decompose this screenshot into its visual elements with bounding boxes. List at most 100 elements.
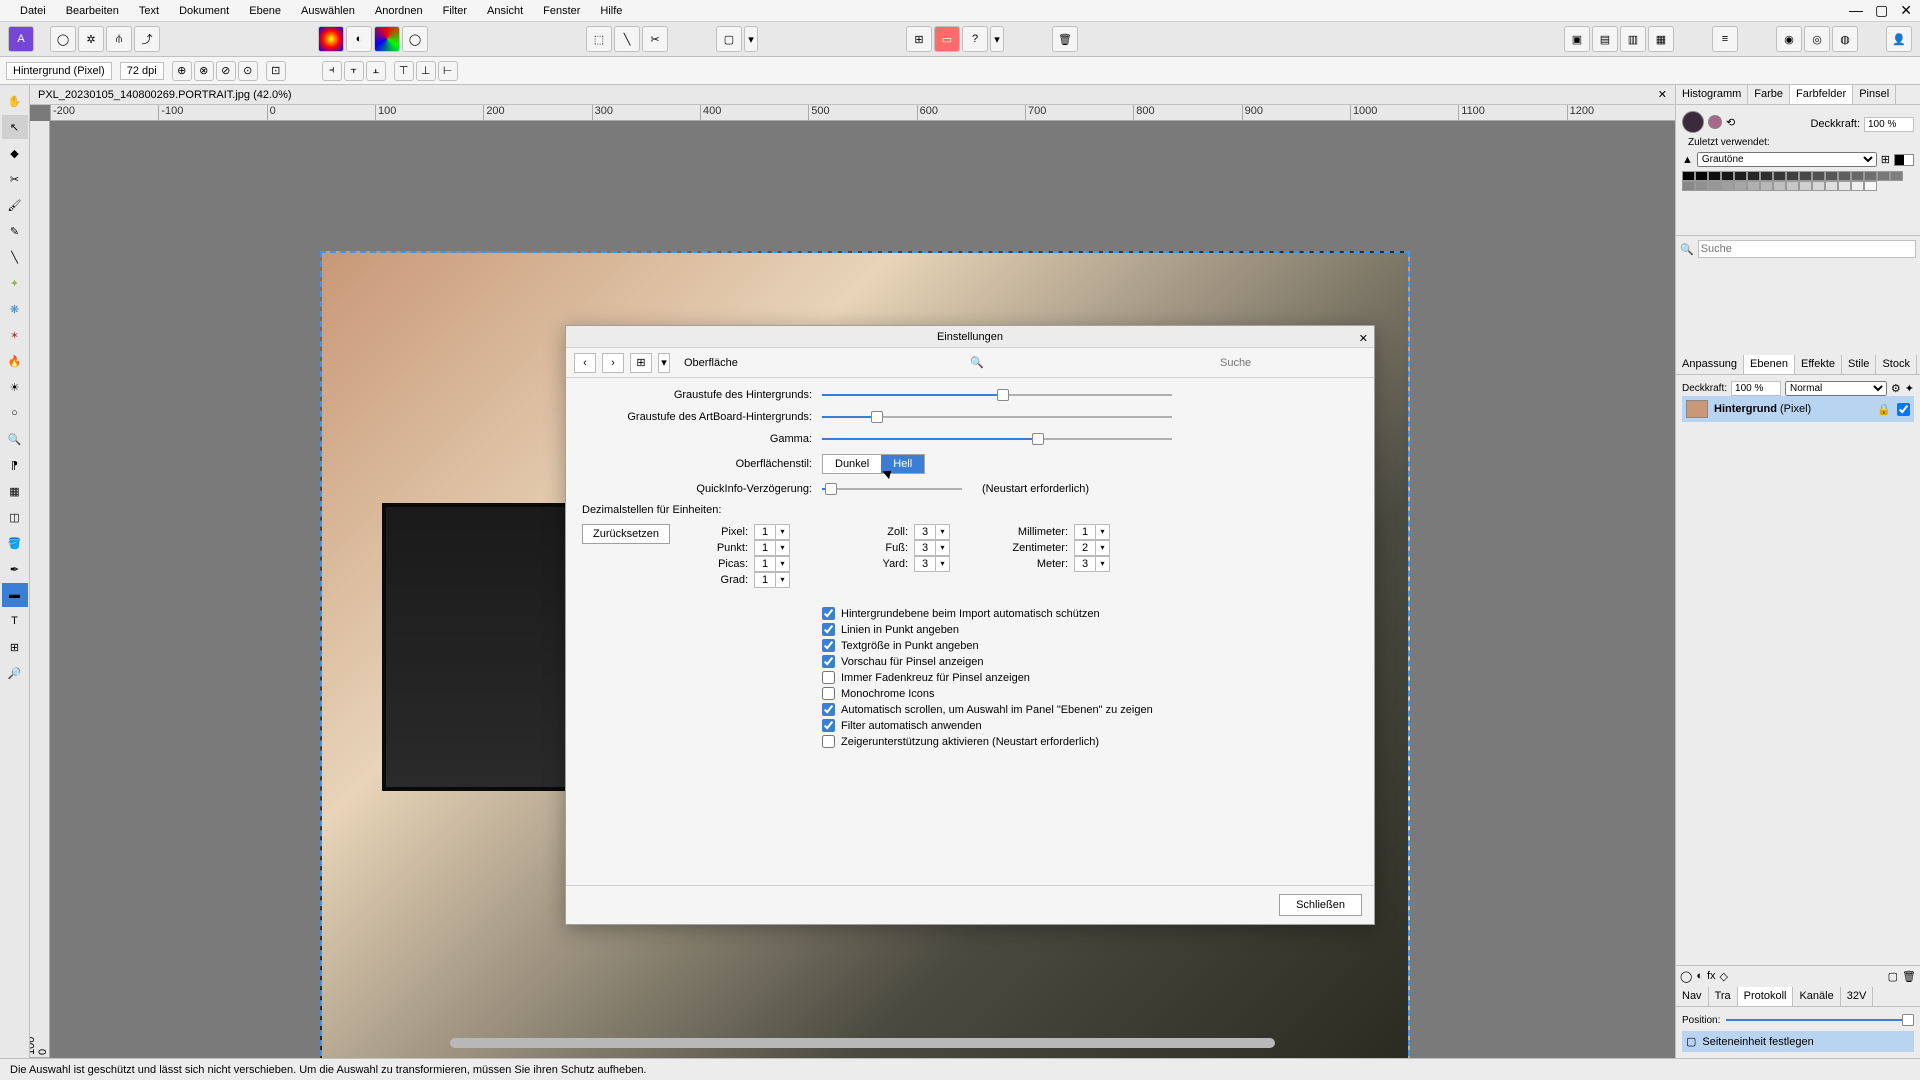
menu-anordnen[interactable]: Anordnen xyxy=(365,5,433,17)
tooltip-delay-slider[interactable] xyxy=(822,482,962,496)
fg-color-well[interactable] xyxy=(1682,111,1704,133)
swatch-bw-icon[interactable] xyxy=(1894,154,1914,166)
bool-sub-icon[interactable]: ◎ xyxy=(1804,26,1830,52)
circle-icon[interactable]: ◯ xyxy=(50,26,76,52)
unit-fuss-spinner[interactable]: 3▾ xyxy=(914,540,950,556)
unit-mm-spinner[interactable]: 1▾ xyxy=(1074,524,1110,540)
opacity-input[interactable] xyxy=(1864,117,1914,132)
text-tool-icon[interactable]: T xyxy=(2,609,28,633)
add-layer-icon[interactable]: ▢ xyxy=(1888,970,1898,983)
eraser-tool-icon[interactable]: ◫ xyxy=(2,505,28,529)
arrange-1-icon[interactable]: ▣ xyxy=(1564,26,1590,52)
swap-colors-icon[interactable]: ⟲ xyxy=(1726,116,1735,129)
unit-zoll-spinner[interactable]: 3▾ xyxy=(914,524,950,540)
document-tab[interactable]: PXL_20230105_140800269.PORTRAIT.jpg (42.… xyxy=(30,85,1675,105)
gamma-slider[interactable] xyxy=(822,432,1172,446)
swatch[interactable] xyxy=(1799,181,1812,191)
crop-icon[interactable]: ✂ xyxy=(642,26,668,52)
fill-tool-icon[interactable]: 🪣 xyxy=(2,531,28,555)
swatch[interactable] xyxy=(1877,171,1890,181)
menu-bearbeiten[interactable]: Bearbeiten xyxy=(56,5,129,17)
unit-cm-spinner[interactable]: 2▾ xyxy=(1074,540,1110,556)
valign-1-icon[interactable]: ⊤ xyxy=(394,61,414,81)
fx-icon[interactable]: fx xyxy=(1707,970,1716,983)
tab-farbfelder[interactable]: Farbfelder xyxy=(1790,85,1853,104)
dodge-tool-icon[interactable]: ☀ xyxy=(2,375,28,399)
swatch[interactable] xyxy=(1838,181,1851,191)
minimize-icon[interactable]: — xyxy=(1849,2,1863,19)
close-button[interactable]: Schließen xyxy=(1279,894,1362,916)
arrange-2-icon[interactable]: ▤ xyxy=(1592,26,1618,52)
burn-tool-icon[interactable]: 🔥 xyxy=(2,349,28,373)
menu-dokument[interactable]: Dokument xyxy=(169,5,239,17)
lock-pos-icon[interactable]: ⊕ xyxy=(172,61,192,81)
rect-tool-icon[interactable]: ▬ xyxy=(2,583,28,607)
halign-3-icon[interactable]: ⫠ xyxy=(366,61,386,81)
dialog-close-icon[interactable]: ✕ xyxy=(1359,328,1368,350)
menu-text[interactable]: Text xyxy=(129,5,169,17)
history-slider[interactable] xyxy=(1726,1013,1914,1027)
blur-icon[interactable]: ◯ xyxy=(402,26,428,52)
swatch[interactable] xyxy=(1695,171,1708,181)
swatch[interactable] xyxy=(1786,181,1799,191)
valign-2-icon[interactable]: ⊥ xyxy=(416,61,436,81)
clip-icon[interactable]: ◇ xyxy=(1720,970,1728,983)
tab-farbe[interactable]: Farbe xyxy=(1748,85,1790,104)
mask-icon[interactable]: ▢ xyxy=(716,26,742,52)
check-8[interactable] xyxy=(822,735,835,748)
layer-visibility-checkbox[interactable] xyxy=(1897,403,1910,416)
line-icon[interactable]: ╲ xyxy=(614,26,640,52)
sponge-tool-icon[interactable]: ○ xyxy=(2,401,28,425)
swatch[interactable] xyxy=(1838,171,1851,181)
unit-meter-spinner[interactable]: 3▾ xyxy=(1074,556,1110,572)
valign-3-icon[interactable]: ⊢ xyxy=(438,61,458,81)
swatch[interactable] xyxy=(1721,181,1734,191)
swatch[interactable] xyxy=(1851,181,1864,191)
marquee-icon[interactable]: ⬚ xyxy=(586,26,612,52)
pencil-tool-icon[interactable]: ✎ xyxy=(2,219,28,243)
unit-grad-spinner[interactable]: 1▾ xyxy=(754,572,790,588)
close-icon[interactable]: ✕ xyxy=(1900,2,1912,19)
tab-histogramm[interactable]: Histogramm xyxy=(1676,85,1748,104)
swatch-preset-select[interactable]: Grautöne xyxy=(1697,152,1877,167)
tab-protokoll[interactable]: Protokoll xyxy=(1738,987,1794,1006)
swatch[interactable] xyxy=(1682,181,1695,191)
check-7[interactable] xyxy=(822,719,835,732)
arrange-3-icon[interactable]: ▥ xyxy=(1620,26,1646,52)
nav-back-button[interactable]: ‹ xyxy=(574,353,596,373)
halign-1-icon[interactable]: ⫞ xyxy=(322,61,342,81)
tab-stock[interactable]: Stock xyxy=(1876,355,1917,374)
fx-icon[interactable]: ✦ xyxy=(1905,382,1914,395)
tab-kanäle[interactable]: Kanäle xyxy=(1793,987,1840,1006)
arrange-4-icon[interactable]: ▦ xyxy=(1648,26,1674,52)
gear-icon[interactable]: ⚙ xyxy=(1891,382,1901,395)
layer-row[interactable]: Hintergrund (Pixel) 🔒 xyxy=(1682,396,1914,422)
tab-ebenen[interactable]: Ebenen xyxy=(1744,355,1795,374)
swatch[interactable] xyxy=(1825,181,1838,191)
unit-picas-spinner[interactable]: 1▾ xyxy=(754,556,790,572)
move-tool-icon[interactable]: ↖ xyxy=(2,115,28,139)
menu-auswählen[interactable]: Auswählen xyxy=(291,5,365,17)
bool-int-icon[interactable]: ◍ xyxy=(1832,26,1858,52)
swatch[interactable] xyxy=(1734,181,1747,191)
contrast-icon[interactable]: ◐ xyxy=(346,26,372,52)
tab-stile[interactable]: Stile xyxy=(1842,355,1876,374)
swatch[interactable] xyxy=(1799,171,1812,181)
check-4[interactable] xyxy=(822,671,835,684)
blend-mode-select[interactable]: Normal xyxy=(1785,381,1887,396)
swatch[interactable] xyxy=(1864,181,1877,191)
swatch[interactable] xyxy=(1812,171,1825,181)
horizontal-scrollbar[interactable] xyxy=(450,1038,1275,1048)
line-tool-icon[interactable]: ╲ xyxy=(2,245,28,269)
tab-effekte[interactable]: Effekte xyxy=(1795,355,1842,374)
mask-icon[interactable]: ◯ xyxy=(1680,970,1692,983)
menu-ebene[interactable]: Ebene xyxy=(239,5,291,17)
grayscale-swatches[interactable] xyxy=(1682,171,1914,191)
context-dpi[interactable]: 72 dpi xyxy=(120,62,164,80)
smudge-tool-icon[interactable]: ✶ xyxy=(2,323,28,347)
tab-close-icon[interactable]: ✕ xyxy=(1658,88,1667,101)
nav-dropdown-button[interactable]: ▾ xyxy=(658,353,670,373)
dialog-search-input[interactable] xyxy=(1216,355,1366,371)
color-icon[interactable] xyxy=(318,26,344,52)
menu-hilfe[interactable]: Hilfe xyxy=(590,5,632,17)
